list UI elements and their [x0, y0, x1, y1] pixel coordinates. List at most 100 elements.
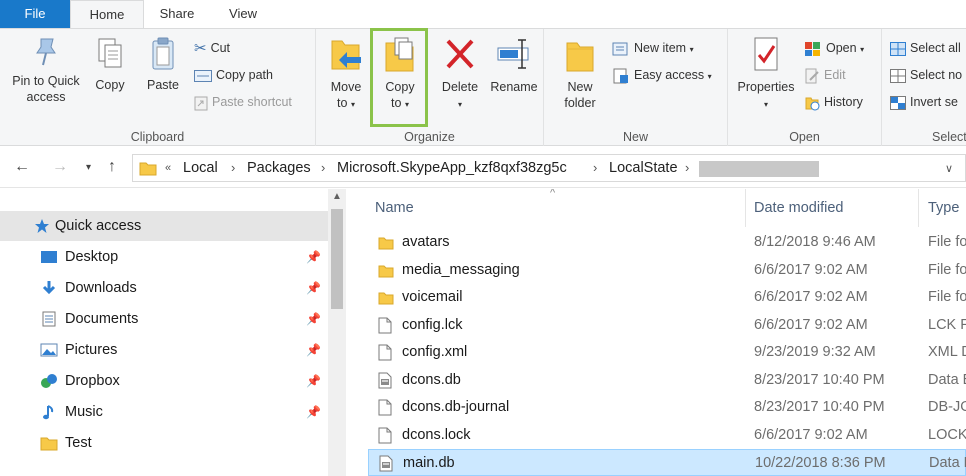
open-button[interactable]: Open ▾ [804, 37, 864, 59]
breadcrumb-chevron-icon[interactable]: › [321, 155, 325, 181]
rename-button[interactable]: Rename [488, 35, 540, 95]
file-type: File fo [928, 289, 966, 305]
file-type: Data B [929, 455, 966, 471]
breadcrumb-chevron-icon[interactable]: › [231, 155, 235, 181]
nav-item-dropbox[interactable]: Dropbox 📌 [0, 366, 328, 396]
delete-button[interactable]: Delete ▾ [438, 35, 482, 113]
forward-arrow-icon[interactable]: → [52, 158, 68, 176]
breadcrumb-chevron-icon[interactable]: › [685, 155, 689, 181]
file-type: DB-JO [928, 399, 966, 415]
nav-item-desktop[interactable]: Desktop 📌 [0, 242, 328, 272]
new-item-icon [612, 42, 628, 56]
file-name: avatars [402, 234, 450, 250]
easy-access-button[interactable]: Easy access ▾ [612, 64, 712, 86]
nav-item-music[interactable]: Music 📌 [0, 397, 328, 427]
desktop-icon [41, 251, 57, 263]
up-arrow-icon[interactable]: ↑ [108, 158, 116, 176]
tab-view[interactable]: View [212, 0, 274, 28]
breadcrumb-localstate[interactable]: LocalState [609, 155, 678, 181]
file-date-modified: 8/23/2017 10:40 PM [754, 399, 885, 415]
select-group: Select all Select no Invert se Select [882, 29, 966, 146]
file-row[interactable]: voicemail 6/6/2017 9:02 AM File fo [368, 284, 966, 311]
properties-button[interactable]: Properties ▾ [730, 35, 802, 113]
nav-item-pictures[interactable]: Pictures 📌 [0, 335, 328, 365]
breadcrumb-chevron-icon[interactable]: › [593, 155, 597, 181]
pin-icon[interactable]: 📌 [306, 304, 321, 334]
organize-group-label: Organize [404, 130, 455, 144]
file-row[interactable]: dcons.lock 6/6/2017 9:02 AM LOCK [368, 422, 966, 449]
invert-selection-button[interactable]: Invert se [890, 91, 958, 113]
pin-icon[interactable]: 📌 [306, 366, 321, 396]
file-row[interactable]: main.db 10/22/2018 8:36 PM Data B [368, 449, 966, 476]
file-name: media_messaging [402, 261, 520, 278]
column-divider[interactable] [918, 189, 919, 227]
address-dropdown-icon[interactable]: ∨ [945, 156, 953, 182]
cut-button[interactable]: ✂ Cut [194, 37, 230, 59]
back-arrow-icon[interactable]: ← [14, 158, 30, 176]
tab-home[interactable]: Home [70, 0, 144, 29]
file-row[interactable]: config.lck 6/6/2017 9:02 AM LCK Fi [368, 312, 966, 339]
select-all-button[interactable]: Select all [890, 37, 961, 59]
ribbon-tabs: File Home Share View [0, 0, 966, 29]
copy-path-button[interactable]: Copy path [194, 64, 273, 86]
properties-icon [754, 37, 778, 71]
new-folder-button[interactable]: New folder [558, 35, 602, 111]
column-header-name[interactable]: Name [375, 189, 414, 227]
file-row[interactable]: dcons.db-journal 8/23/2017 10:40 PM DB-JO [368, 394, 966, 421]
address-bar[interactable]: « Local › Packages › Microsoft.SkypeApp_… [132, 154, 966, 182]
download-icon [42, 281, 56, 295]
file-row[interactable]: dcons.db 8/23/2017 10:40 PM Data B [368, 367, 966, 394]
file-name: config.lck [402, 316, 463, 333]
pin-icon[interactable]: 📌 [306, 397, 321, 427]
breadcrumb-packages[interactable]: Packages [247, 155, 311, 181]
history-button[interactable]: History [804, 91, 863, 113]
nav-item-test[interactable]: Test [0, 428, 328, 458]
pin-icon[interactable]: 📌 [306, 242, 321, 272]
column-header-date-modified[interactable]: Date modified [754, 189, 843, 227]
breadcrumb-local[interactable]: Local [183, 155, 218, 181]
file-type: File fo [928, 234, 966, 250]
paste-shortcut-icon [194, 96, 208, 111]
pin-to-quick-access-button[interactable]: Pin to Quick access [6, 35, 86, 105]
scrollbar-thumb[interactable] [331, 209, 343, 309]
new-group-label: New [622, 130, 648, 144]
nav-item-downloads[interactable]: Downloads 📌 [0, 273, 328, 303]
pin-icon[interactable]: 📌 [306, 273, 321, 303]
select-none-button[interactable]: Select no [890, 64, 962, 86]
clipboard-group-label: Clipboard [130, 130, 185, 144]
tab-share[interactable]: Share [148, 0, 206, 28]
navigation-pane: Quick access Desktop 📌 Downloads 📌 Docum… [0, 189, 328, 476]
breadcrumb-skypeapp[interactable]: Microsoft.SkypeApp_kzf8qxf38zg5c [337, 155, 567, 181]
recent-locations-chevron-icon[interactable]: ▾ [86, 162, 91, 173]
tab-file[interactable]: File [0, 0, 70, 28]
file-name: dcons.lock [402, 426, 471, 443]
nav-item-documents[interactable]: Documents 📌 [0, 304, 328, 334]
file-type: XML D [928, 344, 966, 360]
pin-icon[interactable]: 📌 [306, 335, 321, 365]
new-item-button[interactable]: New item ▾ [612, 37, 694, 59]
breadcrumb-overflow[interactable]: « [165, 155, 171, 181]
file-row[interactable]: config.xml 9/23/2019 9:32 AM XML D [368, 339, 966, 366]
dropbox-icon [41, 374, 57, 388]
column-divider[interactable] [745, 189, 746, 227]
move-to-button[interactable]: Move to ▾ [324, 35, 368, 113]
paste-shortcut-button[interactable]: Paste shortcut [194, 91, 292, 113]
clipboard-group: Pin to Quick access Copy Paste ✂ Cut Cop… [0, 29, 316, 146]
select-group-label: Select [932, 130, 966, 144]
edit-button[interactable]: Edit [804, 64, 846, 86]
file-type: Data B [928, 371, 966, 388]
paste-button[interactable]: Paste [140, 35, 186, 93]
file-name: voicemail [402, 289, 463, 305]
file-date-modified: 8/23/2017 10:40 PM [754, 371, 885, 388]
nav-pane-scrollbar[interactable]: ▲ [328, 189, 346, 476]
scroll-up-arrow-icon[interactable]: ▲ [332, 191, 342, 202]
column-header-type[interactable]: Type [928, 189, 959, 227]
file-row[interactable]: avatars 8/12/2018 9:46 AM File fo [368, 229, 966, 256]
nav-item-quick-access[interactable]: Quick access [0, 211, 328, 241]
file-date-modified: 10/22/2018 8:36 PM [755, 455, 886, 471]
new-group: New folder New item ▾ Easy access ▾ New [544, 29, 728, 146]
file-row[interactable]: media_messaging 6/6/2017 9:02 AM File fo [368, 257, 966, 284]
copy-button[interactable]: Copy [88, 35, 132, 93]
file-type: LOCK [928, 426, 966, 443]
folder-icon [139, 162, 157, 176]
